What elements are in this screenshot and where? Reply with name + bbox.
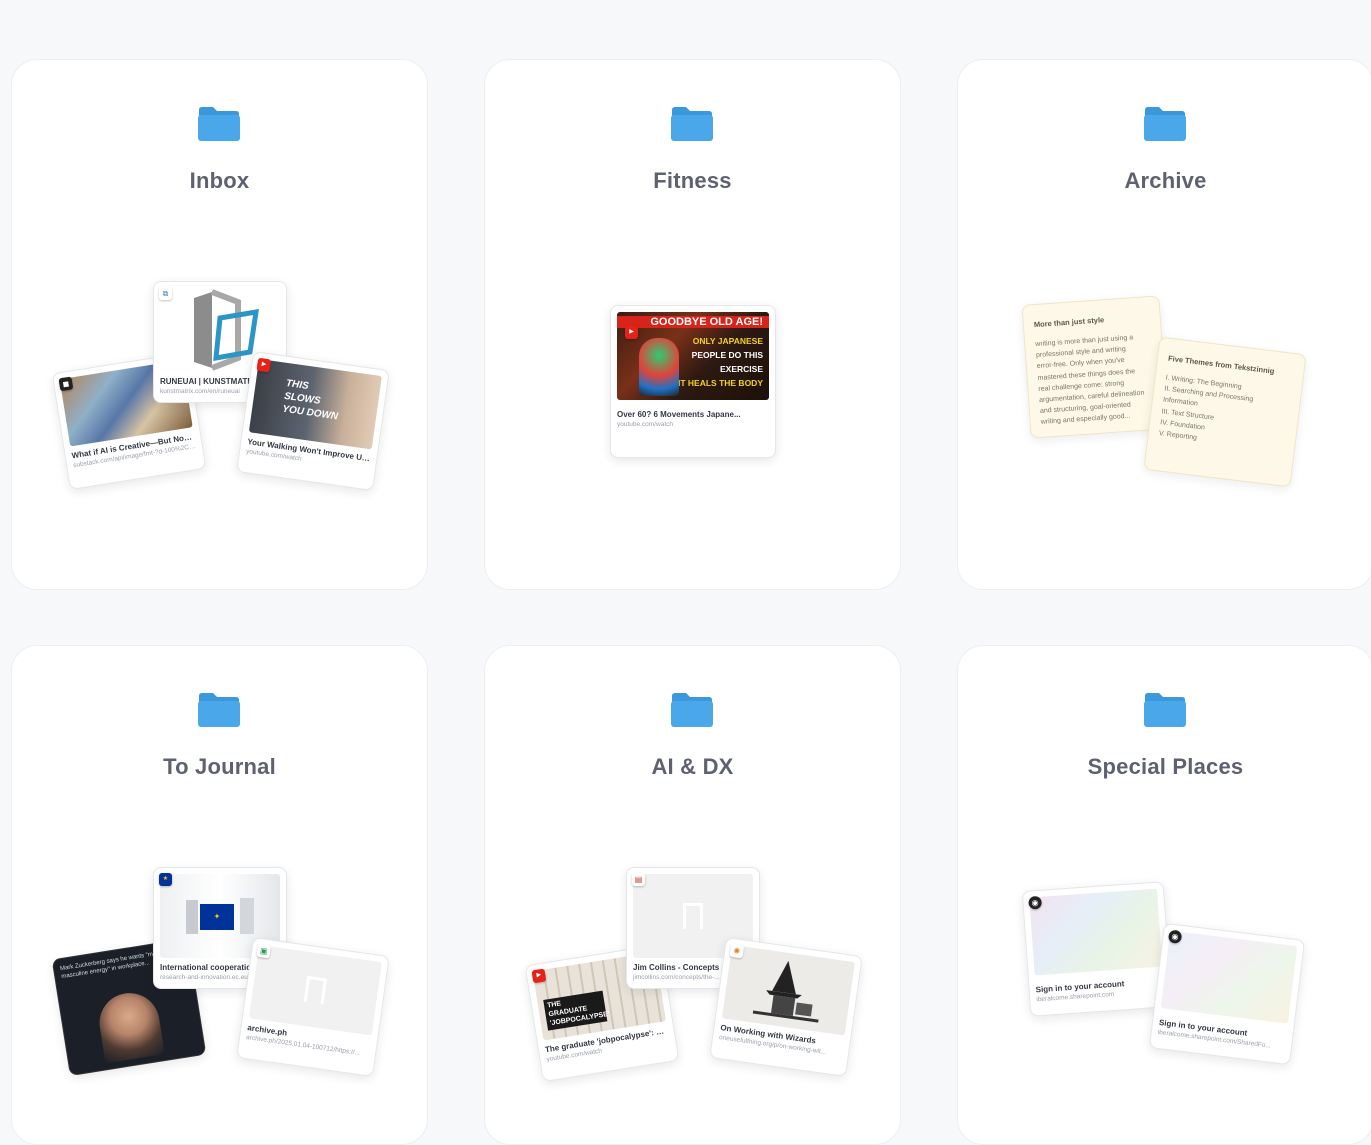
site-favicon-icon: ◼ bbox=[58, 376, 74, 392]
folder-title: To Journal bbox=[163, 754, 276, 779]
preview-thumbnail: GOODBYE OLD AGE! ONLY JAPANESE PEOPLE DO… bbox=[617, 312, 769, 400]
building-shape bbox=[186, 900, 198, 934]
site-favicon-icon: ★ bbox=[159, 873, 172, 886]
link-preview-card[interactable]: ◉ Sign in to your account iberalcome.sha… bbox=[1021, 881, 1173, 1017]
folder-card-fitness[interactable]: Fitness ▶ GOODBYE OLD AGE! ONLY JAPANESE… bbox=[484, 59, 901, 590]
bookmark-icon bbox=[683, 903, 703, 929]
thumbnail-overlay-text: ONLY JAPANESE PEOPLE DO THIS EXERCISE IT… bbox=[678, 334, 763, 390]
folder-card-to-journal[interactable]: To Journal Mark Zuckerberg says he wants… bbox=[11, 645, 428, 1145]
folder-card-ai-dx[interactable]: AI & DX ▶ THE GRADUATE 'JOBPOCALYPSE' Th… bbox=[484, 645, 901, 1145]
overlay-line: ONLY JAPANESE bbox=[692, 336, 763, 346]
note-card[interactable]: More than just style writing is more tha… bbox=[1021, 295, 1169, 439]
youtube-icon: ▶ bbox=[256, 357, 272, 373]
youtube-icon: ▶ bbox=[625, 326, 638, 339]
link-preview-card[interactable]: ▶ THIS SLOWS YOU DOWN Your Walking Won't… bbox=[236, 350, 390, 492]
overlay-line: PEOPLE DO THIS bbox=[691, 350, 763, 361]
folder-card-special-places[interactable]: Special Places ◉ Sign in to your account… bbox=[957, 645, 1371, 1145]
thumbnail-overlay-text: THE GRADUATE 'JOBPOCALYPSE' bbox=[543, 990, 610, 1031]
note-card[interactable]: Five Themes from Tekstzinnig I. Writing:… bbox=[1143, 336, 1307, 488]
preview-thumbnail bbox=[248, 944, 382, 1036]
preview-url: youtube.com/watch bbox=[617, 421, 674, 428]
site-favicon-icon: ▣ bbox=[256, 943, 272, 959]
thumbnail-banner: GOODBYE OLD AGE! bbox=[617, 316, 769, 328]
preview-thumbnail: THIS SLOWS YOU DOWN bbox=[248, 358, 382, 450]
folder-title: Inbox bbox=[189, 168, 250, 193]
site-favicon-icon: ✺ bbox=[729, 943, 745, 959]
folder-icon bbox=[671, 107, 713, 141]
youtube-icon: ▶ bbox=[531, 968, 547, 984]
thumbnail-overlay-text: THIS SLOWS YOU DOWN bbox=[281, 377, 339, 423]
bookmark-icon bbox=[303, 975, 328, 1005]
folder-title: Fitness bbox=[653, 168, 732, 193]
folder-card-inbox[interactable]: Inbox ◼ What if AI is Creative—But Not I… bbox=[11, 59, 428, 590]
folder-title: AI & DX bbox=[651, 754, 734, 779]
preview-thumbnail bbox=[1029, 888, 1163, 976]
link-preview-card[interactable]: ▣ archive.ph archive.ph/2025.01.04-10071… bbox=[236, 936, 390, 1078]
site-favicon-icon: ⧉ bbox=[159, 287, 172, 300]
athlete-figure bbox=[639, 338, 679, 396]
link-preview-card[interactable]: ◉ Sign in to your account iberalcome.sha… bbox=[1148, 922, 1306, 1066]
folder-title: Special Places bbox=[1087, 754, 1244, 779]
eu-flag-icon: ✦ bbox=[200, 904, 234, 930]
overlay-line: IT HEALS THE BODY bbox=[677, 378, 763, 389]
folder-icon bbox=[1144, 693, 1186, 727]
wizard-illustration-icon bbox=[752, 960, 819, 1023]
folder-icon bbox=[198, 693, 240, 727]
folder-icon bbox=[1144, 107, 1186, 141]
site-favicon-icon: ▤ bbox=[632, 873, 645, 886]
preview-thumbnail bbox=[1160, 930, 1298, 1024]
link-preview-card[interactable]: ▶ GOODBYE OLD AGE! ONLY JAPANESE PEOPLE … bbox=[610, 305, 776, 458]
folder-title: Archive bbox=[1124, 168, 1207, 193]
link-preview-card[interactable]: ✺ On Working with Wizards oneusefulthing… bbox=[709, 936, 863, 1078]
building-shape bbox=[240, 898, 254, 934]
preview-title: Over 60? 6 Movements Japane... bbox=[617, 410, 741, 419]
folder-card-archive[interactable]: Archive More than just style writing is … bbox=[957, 59, 1371, 590]
folder-icon bbox=[198, 107, 240, 141]
person-thumbnail bbox=[95, 988, 165, 1064]
overlay-line: EXERCISE bbox=[720, 364, 763, 375]
preview-thumbnail bbox=[721, 944, 855, 1036]
folder-icon bbox=[671, 693, 713, 727]
note-heading: More than just style bbox=[1033, 315, 1105, 330]
